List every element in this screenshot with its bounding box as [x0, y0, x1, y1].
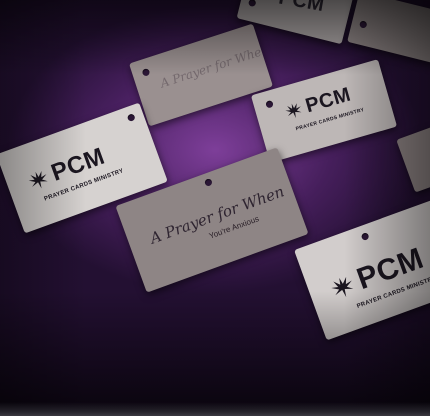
card-bottom-right: PCM PRAYER CARDS MINISTRY: [294, 199, 430, 341]
card-hole: [203, 177, 213, 187]
brand-name: PCM: [277, 0, 327, 17]
photo-scene: PCM A Prayer for When PCM PRAYER CARDS M…: [0, 0, 430, 416]
card-far-right-top: [347, 0, 430, 65]
card-hole: [265, 99, 274, 109]
card-hole: [141, 67, 151, 77]
table-edge: [0, 402, 430, 416]
card-upper-script: A Prayer for When: [128, 23, 274, 127]
card-logo: PCM: [277, 0, 327, 17]
card-hole: [359, 20, 368, 29]
card-hole: [360, 232, 370, 242]
card-script-text: A Prayer for When: [158, 42, 271, 91]
card-right-edge: [396, 119, 430, 193]
praying-hands-sunburst-icon: [285, 103, 302, 119]
card-right-middle: PCM PRAYER CARDS MINISTRY: [250, 59, 398, 163]
card-hole: [126, 113, 136, 123]
card-hole: [247, 0, 257, 8]
